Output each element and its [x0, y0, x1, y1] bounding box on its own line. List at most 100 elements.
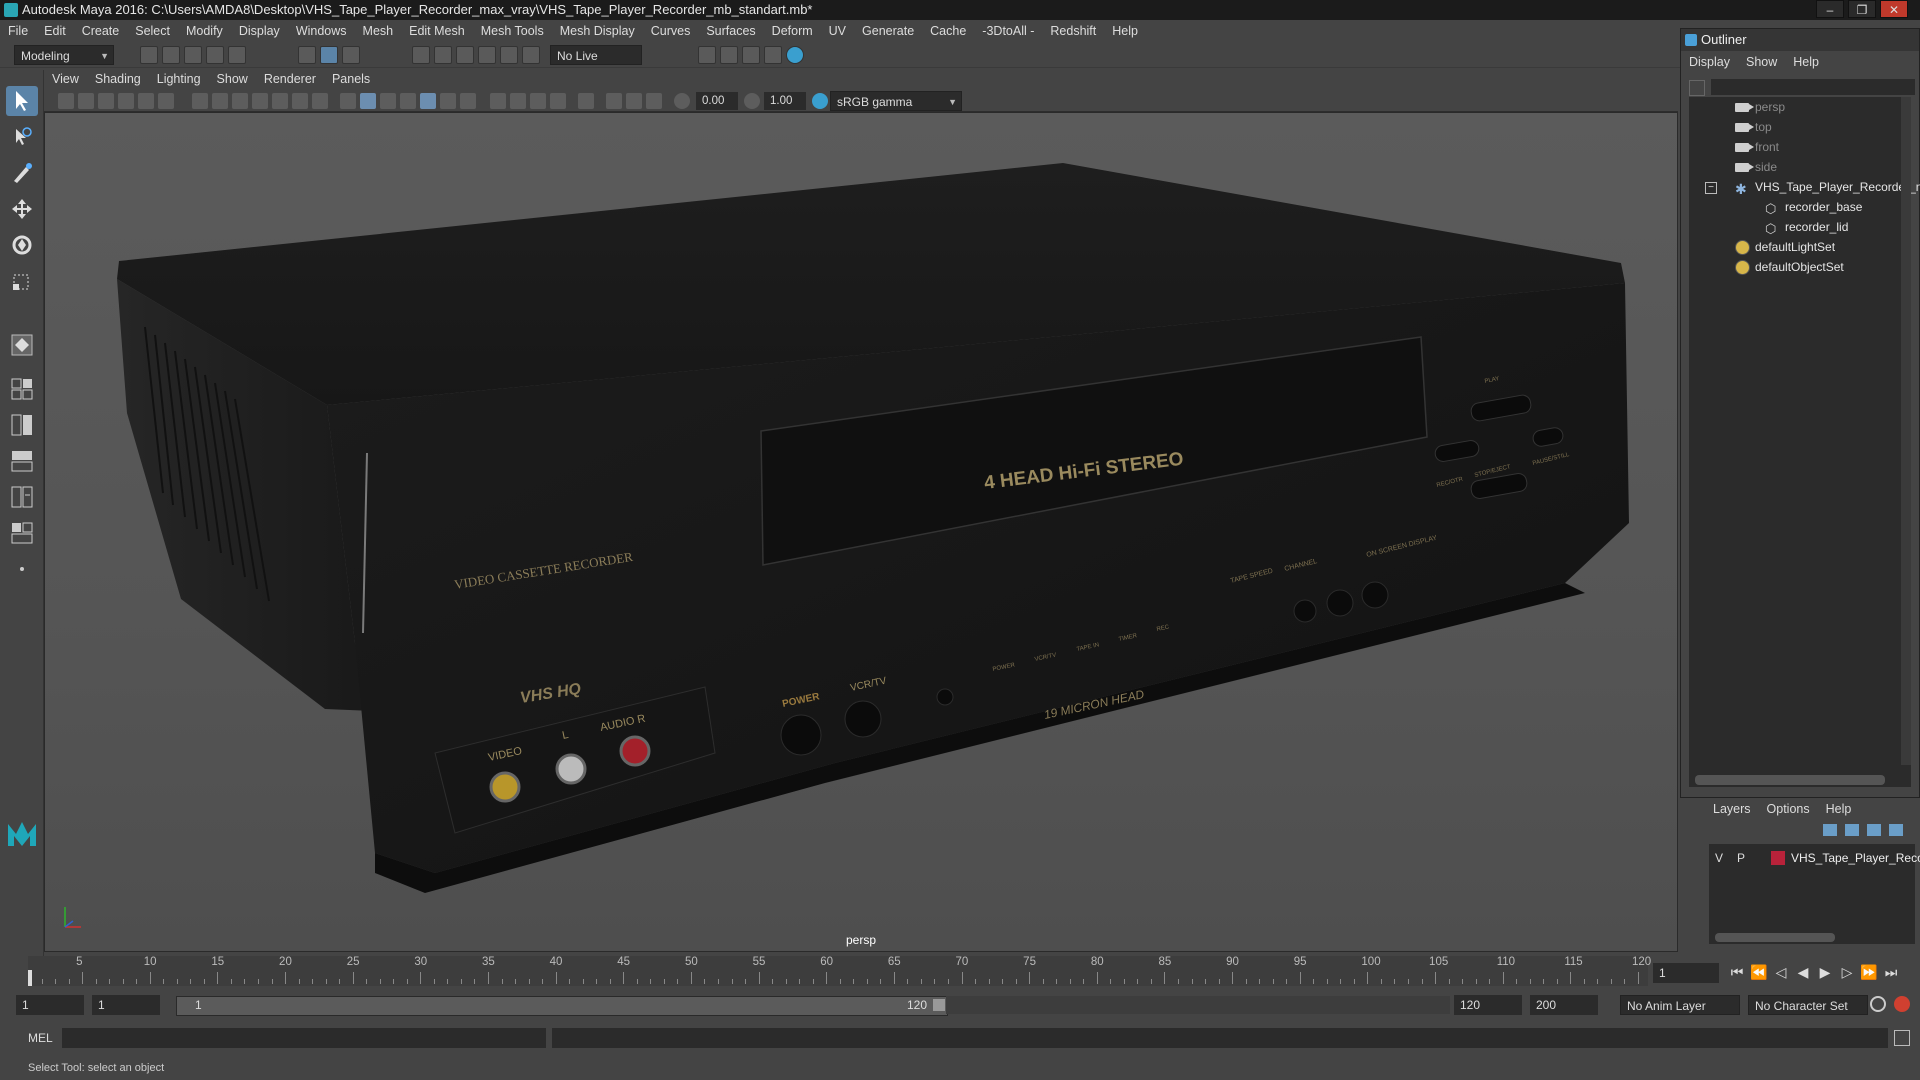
filter-icon[interactable] — [1689, 80, 1705, 96]
viewport-menu-shading[interactable]: Shading — [87, 72, 149, 86]
range-slider[interactable]: 1 120 — [176, 996, 948, 1016]
viewport-menu-view[interactable]: View — [44, 72, 87, 86]
gamma-icon[interactable] — [744, 93, 760, 109]
minimize-button[interactable]: ‒ — [1816, 0, 1844, 18]
menu-modify[interactable]: Modify — [178, 24, 231, 38]
layout-custom-button[interactable] — [6, 554, 38, 584]
scale-tool-button[interactable] — [6, 266, 38, 296]
resolution-gate-icon[interactable] — [232, 93, 248, 109]
mel-label[interactable]: MEL — [28, 1031, 53, 1045]
wireframe-icon[interactable] — [340, 93, 356, 109]
layer-row[interactable]: V P VHS_Tape_Player_Reco — [1709, 848, 1920, 868]
render-frame-icon[interactable] — [720, 46, 738, 64]
layers-menu-layers[interactable]: Layers — [1705, 802, 1759, 816]
xray-active-icon[interactable] — [626, 93, 642, 109]
open-scene-icon[interactable] — [162, 46, 180, 64]
safe-action-icon[interactable] — [292, 93, 308, 109]
field-chart-icon[interactable] — [272, 93, 288, 109]
2d-pan-zoom-icon[interactable] — [138, 93, 154, 109]
film-gate-icon[interactable] — [212, 93, 228, 109]
time-slider[interactable]: 5 10 15 20 25 30 35 40 45 50 55 60 65 70 75 80 85 90 95 100… — [28, 956, 1651, 986]
select-by-component-icon[interactable] — [342, 46, 360, 64]
outliner-vscrollbar[interactable] — [1901, 97, 1911, 765]
command-input[interactable] — [62, 1028, 546, 1048]
layout-graph-button[interactable] — [6, 482, 38, 512]
menu-cache[interactable]: Cache — [922, 24, 974, 38]
textured-icon[interactable] — [420, 93, 436, 109]
undo-icon[interactable] — [206, 46, 224, 64]
save-scene-icon[interactable] — [184, 46, 202, 64]
menu-3dtoall[interactable]: -3DtoAll - — [974, 24, 1042, 38]
ipr-render-icon[interactable] — [742, 46, 760, 64]
layer-name[interactable]: VHS_Tape_Player_Reco — [1791, 848, 1920, 868]
safe-title-icon[interactable] — [312, 93, 328, 109]
live-surface-field[interactable]: No Live Surface — [550, 45, 642, 83]
select-camera-icon[interactable] — [58, 93, 74, 109]
outliner-menu-show[interactable]: Show — [1738, 55, 1785, 69]
default-material-icon[interactable] — [380, 93, 396, 109]
move-tool-button[interactable] — [6, 194, 38, 224]
render-view-icon[interactable] — [698, 46, 716, 64]
viewport-menu-show[interactable]: Show — [209, 72, 256, 86]
layout-two-view-button[interactable] — [6, 410, 38, 440]
playback-end-field[interactable]: 120 — [1454, 995, 1522, 1015]
layout-hypershade-button[interactable] — [6, 518, 38, 548]
anim-layer-dropdown[interactable]: No Anim Layer — [1620, 995, 1740, 1015]
snap-surface-icon[interactable] — [500, 46, 518, 64]
redo-icon[interactable] — [228, 46, 246, 64]
snap-view-plane-icon[interactable] — [478, 46, 496, 64]
new-layer-icon[interactable] — [1823, 824, 1837, 836]
script-editor-icon[interactable] — [1894, 1030, 1910, 1046]
select-by-object-icon[interactable] — [320, 46, 338, 64]
layout-outliner-button[interactable] — [6, 446, 38, 476]
auto-key-icon[interactable] — [1870, 996, 1886, 1012]
play-backward-icon[interactable]: ◀ — [1794, 963, 1812, 981]
3d-viewport[interactable]: 4 HEAD Hi-Fi STEREO VIDEO CASSETTE RECOR… — [44, 112, 1678, 952]
menu-help[interactable]: Help — [1104, 24, 1146, 38]
range-slider-end-handle[interactable] — [933, 999, 945, 1011]
gamma-field[interactable]: 1.00 — [764, 92, 806, 110]
snap-curve-icon[interactable] — [434, 46, 452, 64]
viewport-menu-panels[interactable]: Panels — [324, 72, 378, 86]
move-layer-up-icon[interactable] — [1867, 824, 1881, 836]
menu-edit-mesh[interactable]: Edit Mesh — [401, 24, 473, 38]
color-management-icon[interactable] — [812, 93, 828, 109]
outliner-list[interactable]: persp top front side − ✱ VHS_Tape_Player_Recor… — [1689, 97, 1920, 787]
new-layer-selected-icon[interactable] — [1845, 824, 1859, 836]
collapse-toggle-icon[interactable]: − — [1705, 182, 1717, 194]
layer-visibility-toggle[interactable]: V — [1715, 848, 1723, 868]
go-to-end-icon[interactable]: ⏭ — [1882, 963, 1900, 981]
step-forward-key-icon[interactable]: ⏩ — [1860, 963, 1878, 981]
snap-point-icon[interactable] — [456, 46, 474, 64]
outliner-search-input[interactable] — [1711, 79, 1915, 95]
layers-list[interactable]: V P VHS_Tape_Player_Reco — [1709, 844, 1920, 944]
move-layer-down-icon[interactable] — [1889, 824, 1903, 836]
layers-hscrollbar[interactable] — [1715, 933, 1835, 942]
menu-deform[interactable]: Deform — [764, 24, 821, 38]
motion-blur-icon[interactable] — [510, 93, 526, 109]
camera-attributes-icon[interactable] — [78, 93, 94, 109]
play-forward-icon[interactable]: ▶ — [1816, 963, 1834, 981]
step-back-key-icon[interactable]: ⏪ — [1750, 963, 1768, 981]
animation-prefs-icon[interactable] — [1894, 996, 1910, 1012]
step-forward-frame-icon[interactable]: ▷ — [1838, 963, 1856, 981]
xray-icon[interactable] — [606, 93, 622, 109]
menu-display[interactable]: Display — [231, 24, 288, 38]
snap-vertex-icon[interactable] — [522, 46, 540, 64]
select-tool-button[interactable] — [6, 86, 38, 116]
smooth-shade-icon[interactable] — [360, 93, 376, 109]
outliner-hscrollbar[interactable] — [1695, 775, 1885, 785]
exposure-field[interactable]: 0.00 — [696, 92, 738, 110]
outliner-menu-help[interactable]: Help — [1785, 55, 1827, 69]
paint-select-tool-button[interactable] — [6, 158, 38, 188]
layers-menu-help[interactable]: Help — [1818, 802, 1860, 816]
new-scene-icon[interactable] — [140, 46, 158, 64]
end-time-field[interactable]: 200 — [1530, 995, 1598, 1015]
menu-windows[interactable]: Windows — [288, 24, 355, 38]
mode-dropdown[interactable]: Modeling ▼ — [14, 45, 114, 65]
menu-edit[interactable]: Edit — [36, 24, 74, 38]
menu-mesh-tools[interactable]: Mesh Tools — [473, 24, 552, 38]
rotate-tool-button[interactable] — [6, 230, 38, 260]
menu-mesh-display[interactable]: Mesh Display — [552, 24, 643, 38]
current-time-indicator[interactable] — [28, 970, 32, 986]
